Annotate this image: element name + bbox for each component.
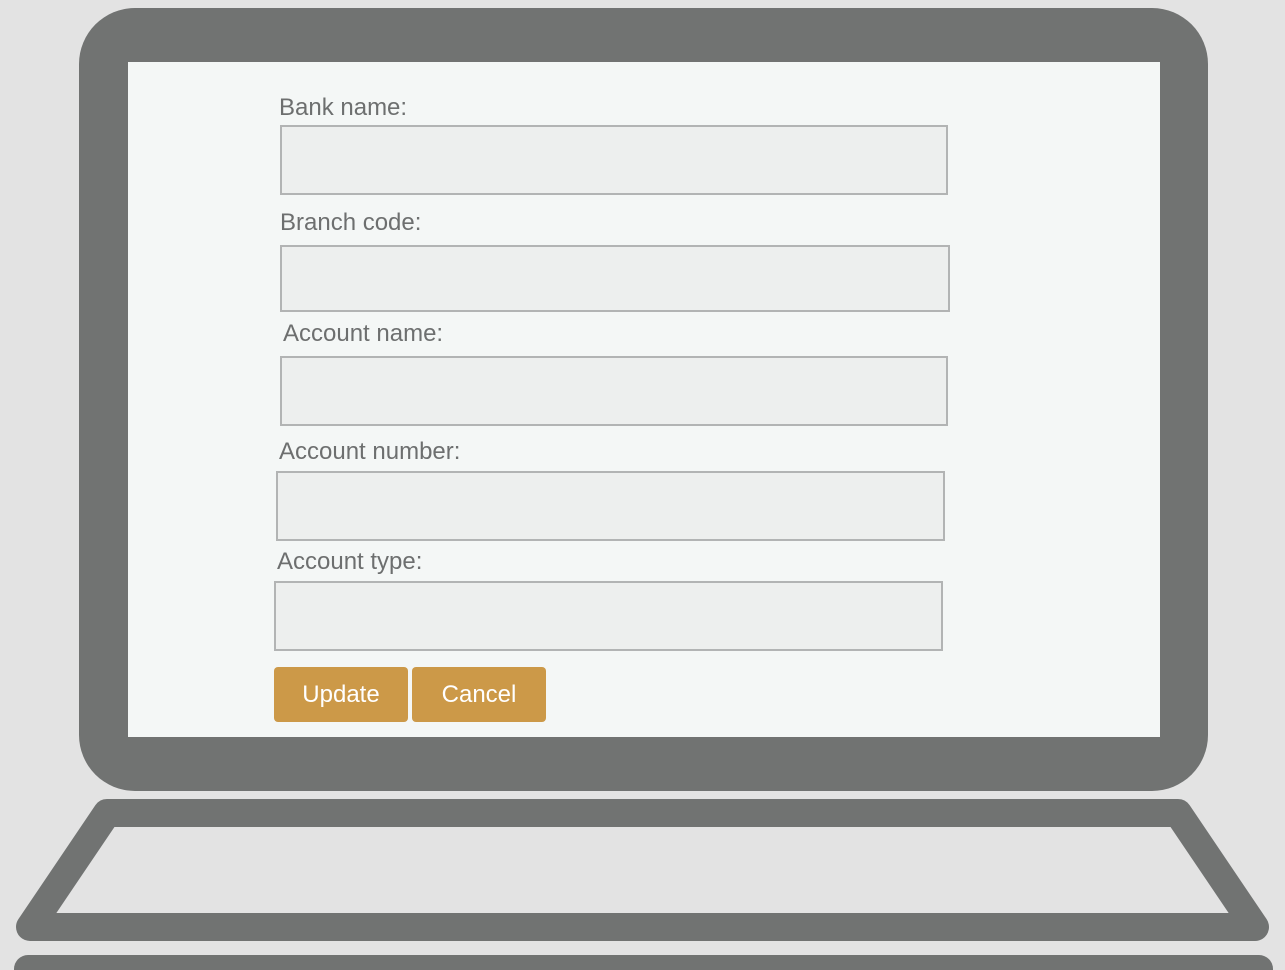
cancel-button[interactable]: Cancel [412,667,546,722]
laptop-bottom-edge [14,955,1273,970]
account-number-label: Account number: [279,438,461,465]
account-type-input[interactable] [274,581,943,651]
branch-code-input[interactable] [280,245,950,312]
bank-name-label: Bank name: [279,94,408,121]
keyboard-deck [16,799,1269,941]
bank-name-input[interactable] [280,125,948,195]
account-number-input[interactable] [276,471,945,541]
account-type-label: Account type: [277,548,423,575]
update-button[interactable]: Update [274,667,408,722]
account-name-input[interactable] [280,356,948,426]
branch-code-label: Branch code: [280,209,422,236]
account-name-label: Account name: [283,320,444,347]
